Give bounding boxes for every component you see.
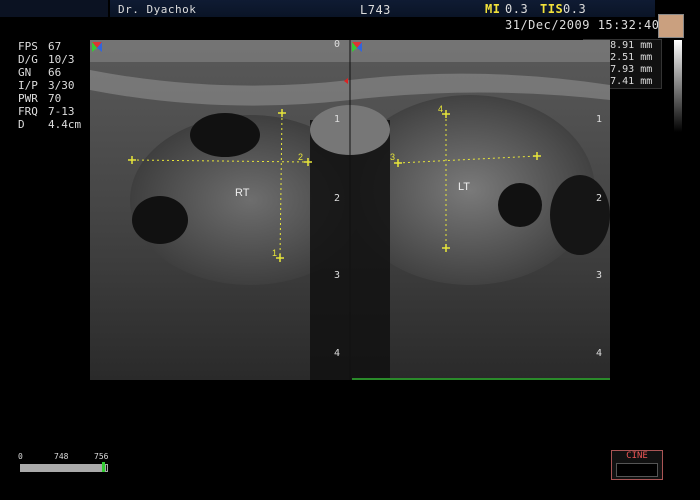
depth-marker: 2 bbox=[596, 193, 603, 204]
datetime: 31/Dec/2009 15:32:40 bbox=[505, 18, 660, 32]
depth-marker: 4 bbox=[596, 348, 603, 359]
patient-avatar-icon bbox=[658, 14, 684, 38]
doctor-name: Dr. Dyachok bbox=[118, 3, 197, 16]
tis-value: 0.3 bbox=[563, 2, 587, 16]
scan-parameters: FPS 67 D/G 10/3 GN 66 I/P 3/30 PWR 70 FRQ 7-13… bbox=[18, 40, 81, 131]
rt-label: RT bbox=[235, 187, 250, 199]
tis-label: TIS bbox=[540, 2, 564, 16]
depth-marker: 4 bbox=[334, 348, 341, 359]
cine-end-label: 756 bbox=[94, 452, 109, 461]
mi-label: MI bbox=[485, 2, 501, 16]
cine-scrollbar[interactable]: 0 748 756 bbox=[18, 452, 108, 480]
lt-label: LT bbox=[458, 181, 470, 193]
logo bbox=[0, 0, 108, 17]
cine-track[interactable] bbox=[20, 464, 108, 472]
caliper-number: 1 bbox=[272, 248, 277, 258]
caliper-number: 3 bbox=[390, 152, 395, 162]
probe-name: L743 bbox=[360, 3, 391, 17]
cine-start-label: 0 bbox=[18, 452, 23, 461]
top-bar: Dr. Dyachok L743 MI 0.3 TIS 0.3 31/Dec/2… bbox=[0, 0, 700, 38]
mi-value: 0.3 bbox=[505, 2, 529, 16]
depth-marker: 2 bbox=[334, 193, 341, 204]
cine-position-marker[interactable] bbox=[102, 462, 105, 472]
cine-button[interactable]: CINE bbox=[611, 450, 663, 480]
depth-marker: 3 bbox=[596, 270, 603, 281]
caliper-number: 4 bbox=[438, 104, 443, 114]
param-row: FRQ 7-13 bbox=[18, 105, 75, 118]
param-row: D 4.4cm bbox=[18, 118, 82, 131]
grayscale-bar bbox=[674, 40, 682, 132]
param-row: FPS 67 bbox=[18, 40, 62, 53]
param-row: GN 66 bbox=[18, 66, 62, 79]
cine-button-label: CINE bbox=[626, 451, 648, 461]
depth-marker: 1 bbox=[596, 114, 603, 125]
cine-fill bbox=[21, 465, 107, 471]
caliper-number: 2 bbox=[298, 152, 303, 162]
ultrasound-image: 1 2 3 4 RT LT bbox=[90, 40, 610, 380]
cine-mid-label: 748 bbox=[54, 452, 69, 461]
param-row: PWR 70 bbox=[18, 92, 62, 105]
cine-button-inner bbox=[616, 463, 658, 477]
depth-marker: 3 bbox=[334, 270, 341, 281]
param-row: D/G 10/3 bbox=[18, 53, 75, 66]
depth-marker: 1 bbox=[334, 114, 341, 125]
depth-marker: 0 bbox=[334, 39, 341, 50]
param-row: I/P 3/30 bbox=[18, 79, 75, 92]
